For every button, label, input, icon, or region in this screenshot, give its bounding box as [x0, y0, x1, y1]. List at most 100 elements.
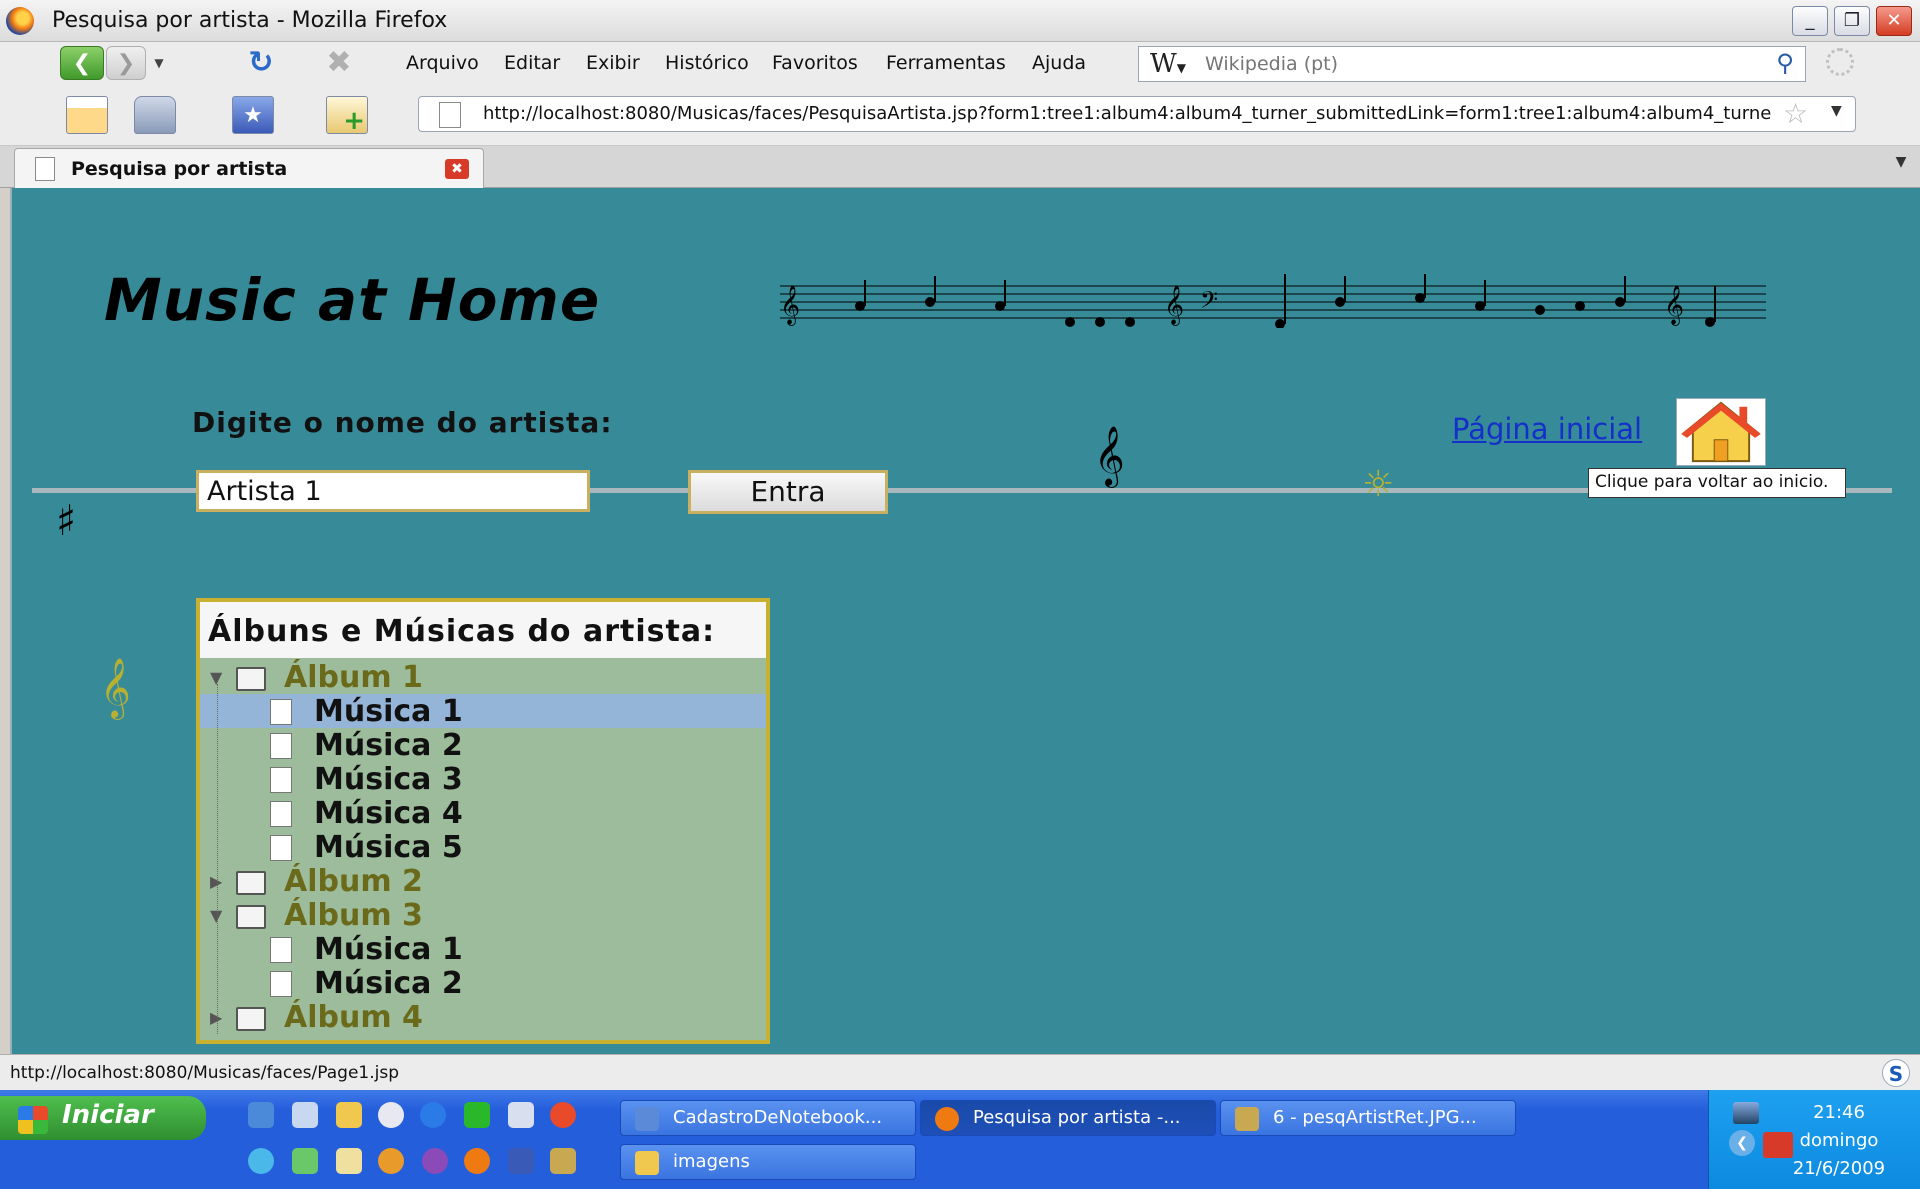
close-window-button[interactable]: ✕: [1876, 6, 1912, 36]
file-icon: [270, 801, 292, 827]
stop-icon: ✖: [326, 45, 352, 80]
windows-taskbar: Iniciar CadastroDeNotebook... Pesquisa p…: [0, 1090, 1920, 1189]
new-tab-button[interactable]: +: [326, 96, 368, 136]
folder-icon: [236, 667, 266, 691]
minimize-button[interactable]: _: [1792, 6, 1828, 36]
tree-album-node[interactable]: ▼ Álbum 3: [200, 898, 766, 933]
tree-song-node[interactable]: Música 4: [200, 796, 766, 831]
quicklaunch-s-icon[interactable]: [464, 1102, 490, 1128]
quicklaunch-firefox-icon[interactable]: [464, 1148, 490, 1174]
svg-text:𝄢: 𝄢: [1200, 286, 1218, 319]
tree-song-node[interactable]: Música 1: [200, 694, 766, 729]
folder-icon: [236, 871, 266, 895]
quicklaunch-window-icon[interactable]: [508, 1102, 534, 1128]
quicklaunch-folder-icon[interactable]: [336, 1102, 362, 1128]
search-input[interactable]: [1203, 49, 1743, 79]
back-button[interactable]: ❮: [60, 46, 104, 80]
quicklaunch-users-icon[interactable]: [292, 1148, 318, 1174]
taskbar-item-label: 6 - pesqArtistRet.JPG...: [1273, 1107, 1477, 1128]
treble-clef-icon: 𝄞: [1094, 426, 1125, 486]
window-titlebar: Pesquisa por artista - Mozilla Firefox _…: [0, 0, 1920, 42]
treble-clef-icon: 𝄞: [100, 658, 131, 718]
clock-time: 21:46: [1813, 1102, 1865, 1123]
artist-name-input[interactable]: [196, 470, 590, 512]
back-icon: ❮: [72, 51, 92, 76]
tree-song-node[interactable]: Música 2: [200, 966, 766, 1001]
tab-pesquisa-por-artista[interactable]: Pesquisa por artista ✖: [14, 148, 484, 188]
forward-icon: ❯: [116, 51, 136, 76]
menu-exibir[interactable]: Exibir: [586, 52, 640, 74]
search-engine-selector[interactable]: W▼: [1141, 49, 1195, 79]
site-title: Music at Home: [104, 266, 601, 334]
search-icon[interactable]: ⚲: [1769, 49, 1801, 79]
quicklaunch-tool-icon[interactable]: [550, 1148, 576, 1174]
tree-album-node[interactable]: ▼ Álbum 1: [200, 660, 766, 695]
maximize-button[interactable]: ❐: [1834, 6, 1870, 36]
url-text[interactable]: http://localhost:8080/Musicas/faces/Pesq…: [483, 103, 1773, 124]
bookmark-button[interactable]: ★: [232, 96, 274, 134]
windows-logo-icon: [18, 1106, 48, 1134]
home-icon[interactable]: [1676, 398, 1766, 466]
tab-label: Pesquisa por artista: [71, 158, 288, 180]
reload-button[interactable]: ↻: [244, 46, 278, 80]
quicklaunch-picture-icon[interactable]: [336, 1148, 362, 1174]
print-button[interactable]: [134, 96, 176, 134]
menu-arquivo[interactable]: Arquivo: [406, 52, 479, 74]
quicklaunch-globe-icon[interactable]: [422, 1148, 448, 1174]
quicklaunch-globe-icon[interactable]: [420, 1102, 446, 1128]
close-tab-icon[interactable]: ✖: [445, 159, 469, 179]
taskbar-item-label: imagens: [673, 1151, 750, 1172]
taskbar-item-label: Pesquisa por artista -...: [973, 1107, 1181, 1128]
menu-editar[interactable]: Editar: [504, 52, 560, 74]
skype-status-icon[interactable]: S: [1882, 1059, 1910, 1087]
status-bar: http://localhost:8080/Musicas/faces/Page…: [0, 1054, 1920, 1090]
stop-button[interactable]: ✖: [322, 46, 356, 80]
reload-icon: ↻: [248, 45, 274, 80]
menu-ferramentas[interactable]: Ferramentas: [886, 52, 1006, 74]
menu-ajuda[interactable]: Ajuda: [1032, 52, 1086, 74]
forward-button[interactable]: ❯: [106, 46, 146, 80]
taskbar-item-cadastro[interactable]: CadastroDeNotebook...: [620, 1100, 916, 1136]
tab-list-button[interactable]: ▼: [1886, 154, 1916, 170]
page-content: Music at Home 𝄞 𝄞 𝄞 𝄢 Digite o nome do a…: [10, 188, 1920, 1054]
url-bar[interactable]: http://localhost:8080/Musicas/faces/Pesq…: [418, 96, 1856, 132]
star-icon[interactable]: ☆: [1783, 97, 1808, 130]
taskbar-item-imagens[interactable]: imagens: [620, 1144, 916, 1180]
quicklaunch-document-icon[interactable]: [292, 1102, 318, 1128]
window-icon: [635, 1107, 659, 1131]
quicklaunch-ie-icon[interactable]: [248, 1148, 274, 1174]
tree-album-label: Álbum 2: [284, 864, 423, 899]
sidebar-toggle-button[interactable]: [66, 96, 108, 134]
chevron-left-icon[interactable]: ❮: [1729, 1130, 1755, 1156]
image-viewer-icon: [1235, 1107, 1259, 1131]
submit-button[interactable]: Entra: [688, 470, 888, 514]
svg-text:𝄞: 𝄞: [780, 285, 800, 326]
chevron-down-icon[interactable]: ▼: [1831, 103, 1842, 119]
tree-song-node[interactable]: Música 5: [200, 830, 766, 865]
start-button[interactable]: Iniciar: [0, 1096, 206, 1140]
quicklaunch-app-icon[interactable]: [378, 1148, 404, 1174]
quicklaunch-media-icon[interactable]: [378, 1102, 404, 1128]
status-text: http://localhost:8080/Musicas/faces/Page…: [10, 1063, 400, 1083]
menu-historico[interactable]: Histórico: [665, 52, 749, 74]
quicklaunch-browser-icon[interactable]: [550, 1102, 576, 1128]
network-icon[interactable]: [1733, 1102, 1759, 1124]
quicklaunch-monitor-icon[interactable]: [508, 1148, 534, 1174]
tree-song-node[interactable]: Música 1: [200, 932, 766, 967]
tree-song-node[interactable]: Música 2: [200, 728, 766, 763]
taskbar-item-pesquisa[interactable]: Pesquisa por artista -...: [920, 1100, 1216, 1136]
menu-favoritos[interactable]: Favoritos: [772, 52, 858, 74]
firefox-icon: [6, 7, 34, 35]
navigation-toolbar: ❮ ❯ ▼ ↻ ✖ Arquivo Editar Exibir Históric…: [0, 42, 1920, 86]
music-staff-decoration: 𝄞 𝄞 𝄞 𝄢: [780, 274, 1766, 328]
quicklaunch-ie-icon[interactable]: [248, 1102, 274, 1128]
tree-album-node[interactable]: ▶ Álbum 2: [200, 864, 766, 899]
home-page-link[interactable]: Página inicial: [1452, 412, 1642, 446]
tree-song-node[interactable]: Música 3: [200, 762, 766, 797]
file-icon: [270, 699, 292, 725]
history-dropdown-button[interactable]: ▼: [150, 46, 168, 80]
tree-album-label: Álbum 1: [284, 660, 423, 695]
folder-icon: [635, 1151, 659, 1175]
taskbar-item-image[interactable]: 6 - pesqArtistRet.JPG...: [1220, 1100, 1516, 1136]
tree-album-node[interactable]: ▶ Álbum 4: [200, 1000, 766, 1035]
